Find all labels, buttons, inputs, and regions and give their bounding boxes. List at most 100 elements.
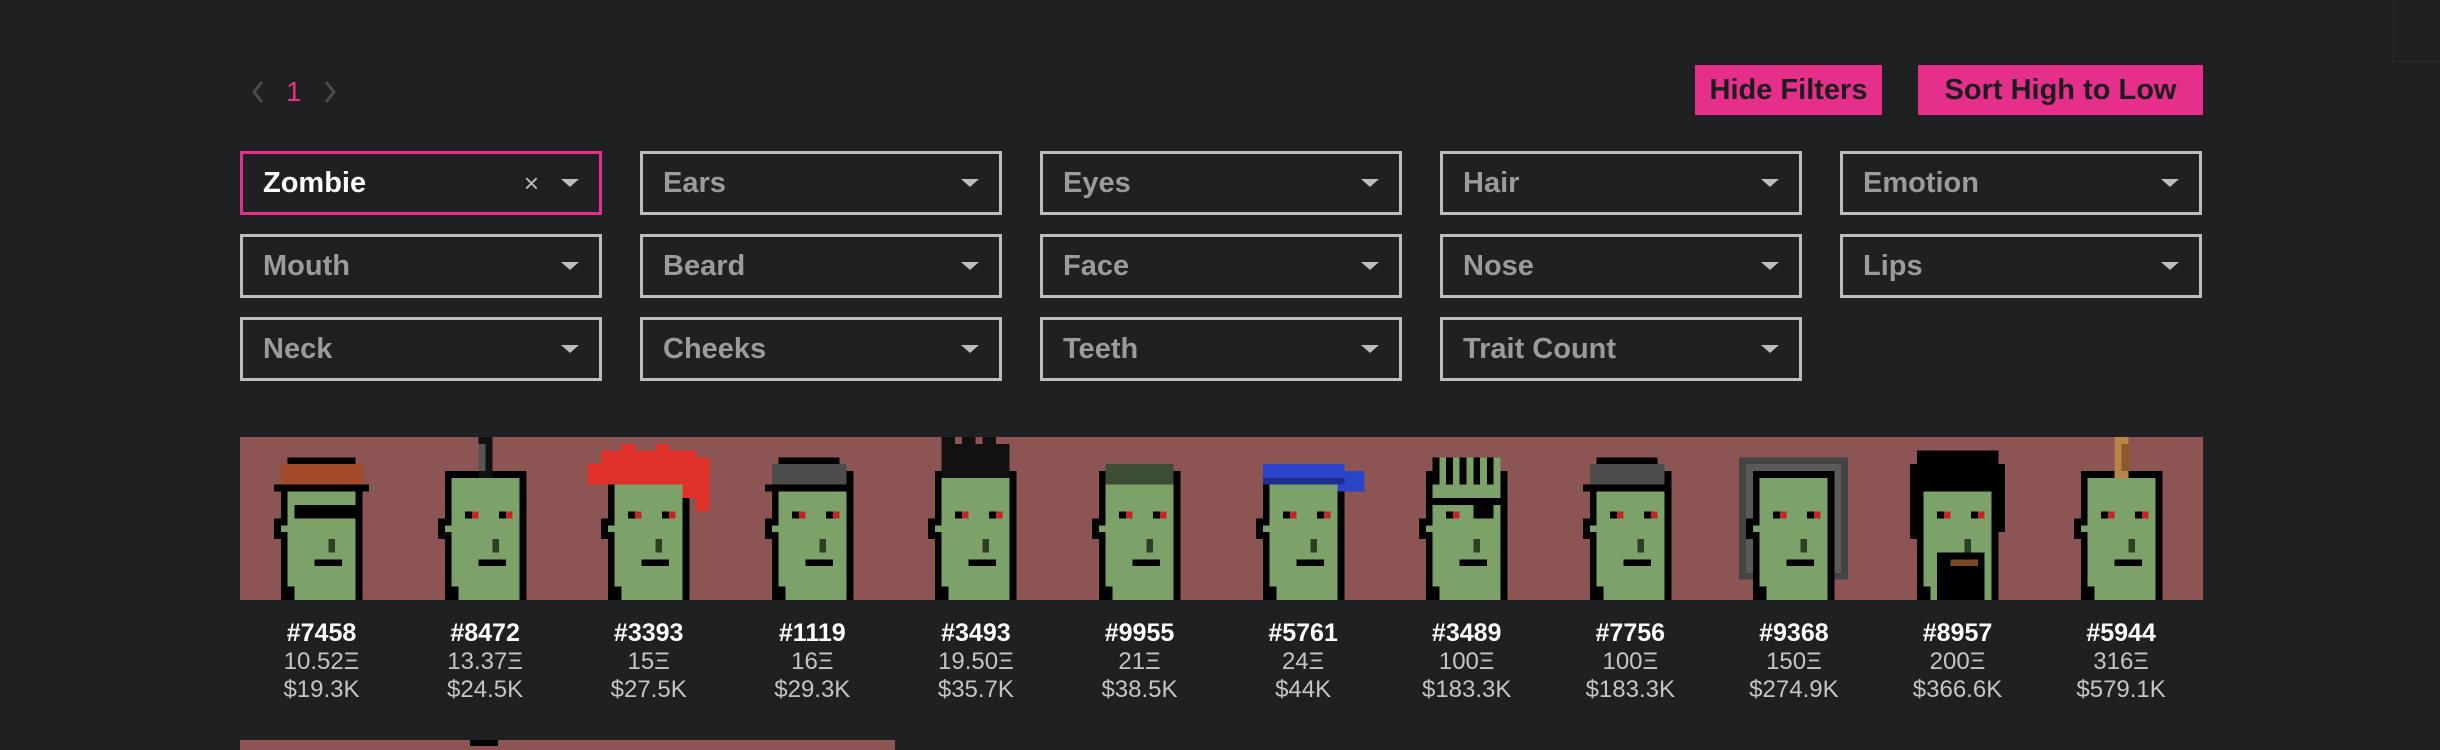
punk-info: #9955 21Ξ $38.5K	[1058, 619, 1221, 704]
punk-price-usd: $274.9K	[1749, 676, 1839, 703]
punk-price-eth: 24Ξ	[1281, 648, 1325, 675]
punk-price-eth: 100Ξ	[1602, 648, 1659, 675]
punk-price-eth: 15Ξ	[627, 648, 670, 675]
punk-info: #8957 200Ξ $366.6K	[1876, 619, 2039, 704]
punk-info: #9368 150Ξ $274.9K	[1712, 619, 1875, 704]
filter-label: Lips	[1863, 249, 1923, 282]
filter-cheeks-select[interactable]: Cheeks	[640, 317, 1002, 381]
filter-eyes-select[interactable]: Eyes	[1040, 151, 1402, 215]
punk-avatar-image[interactable]	[1876, 437, 2039, 600]
chevron-down-icon[interactable]	[961, 179, 979, 187]
hide-filters-button[interactable]: Hide Filters	[1695, 65, 1882, 115]
chevron-down-icon[interactable]	[1761, 179, 1779, 187]
punk-price-usd: $366.6K	[1912, 676, 2003, 703]
filter-trait-count-select[interactable]: Trait Count	[1440, 317, 1802, 381]
filter-hair-select[interactable]: Hair	[1440, 151, 1802, 215]
punk-id[interactable]: #7756	[1549, 619, 1712, 648]
punk-avatar-image[interactable]	[1549, 437, 1712, 600]
punk-id[interactable]: #9955	[1058, 619, 1221, 648]
filter-label: Nose	[1463, 249, 1534, 282]
filter-emotion-select[interactable]: Emotion	[1840, 151, 2202, 215]
chevron-down-icon[interactable]	[2161, 179, 2179, 187]
filter-label: Hair	[1463, 166, 1520, 199]
punk-avatar-image[interactable]	[567, 437, 730, 600]
filter-label: Teeth	[1063, 332, 1139, 365]
filter-teeth-select[interactable]: Teeth	[1040, 317, 1402, 381]
punk-price-eth: 10.52Ξ	[283, 648, 360, 675]
chevron-down-icon[interactable]	[1361, 179, 1379, 187]
punk-avatar-image[interactable]	[404, 437, 567, 600]
filter-lips-select[interactable]: Lips	[1840, 234, 2202, 298]
punk-price-eth: 16Ξ	[791, 648, 834, 675]
punk-price-usd: $29.3K	[774, 676, 851, 703]
filter-zombie-select[interactable]: Zombie ×	[240, 151, 602, 215]
filter-beard-select[interactable]: Beard	[640, 234, 1002, 298]
punk-avatar-image[interactable]	[2040, 437, 2203, 600]
punk-id[interactable]: #5761	[1222, 619, 1385, 648]
next-row-punk-hair	[470, 740, 498, 746]
punk-id[interactable]: #3493	[894, 619, 1057, 648]
chevron-down-icon[interactable]	[1361, 345, 1379, 353]
punk-price-usd: $44K	[1275, 676, 1332, 703]
punk-price-eth: 100Ξ	[1438, 648, 1495, 675]
punk-id[interactable]: #3393	[567, 619, 730, 648]
chevron-down-icon[interactable]	[961, 345, 979, 353]
filter-nose-select[interactable]: Nose	[1440, 234, 1802, 298]
punk-price-eth: 150Ξ	[1766, 648, 1822, 675]
punk-price-usd: $579.1K	[2076, 676, 2166, 703]
punk-info: #3489 100Ξ $183.3K	[1385, 619, 1548, 704]
sort-button[interactable]: Sort High to Low	[1918, 65, 2203, 115]
filter-label: Mouth	[263, 249, 350, 282]
punk-info: #3393 15Ξ $27.5K	[567, 619, 730, 704]
filter-mouth-select[interactable]: Mouth	[240, 234, 602, 298]
punk-avatar-image[interactable]	[894, 437, 1057, 600]
punk-id[interactable]: #3489	[1385, 619, 1548, 648]
punk-price-eth: 19.50Ξ	[938, 648, 1014, 675]
filter-label: Emotion	[1863, 166, 1979, 199]
punk-avatar-image[interactable]	[1712, 437, 1875, 600]
punk-id[interactable]: #5944	[2040, 619, 2203, 648]
chevron-down-icon[interactable]	[561, 179, 579, 187]
chevron-down-icon[interactable]	[1361, 262, 1379, 270]
punk-id[interactable]: #1119	[731, 619, 894, 648]
punk-id[interactable]: #8957	[1876, 619, 2039, 648]
chevron-down-icon[interactable]	[1761, 262, 1779, 270]
chevron-down-icon[interactable]	[961, 262, 979, 270]
punk-id[interactable]: #8472	[404, 619, 567, 648]
current-page-number[interactable]: 1	[272, 76, 316, 108]
filter-label: Zombie	[263, 166, 367, 199]
chevron-down-icon[interactable]	[1761, 345, 1779, 353]
punk-avatar-image[interactable]	[731, 437, 894, 600]
next-row-strip	[240, 740, 895, 750]
punk-id[interactable]: #7458	[240, 619, 403, 648]
punk-price-usd: $19.3K	[283, 676, 360, 703]
punk-price-usd: $183.3K	[1585, 676, 1675, 703]
punk-info: #8472 13.37Ξ $24.5K	[404, 619, 567, 704]
punk-avatar-image[interactable]	[1385, 437, 1548, 600]
chevron-down-icon[interactable]	[561, 262, 579, 270]
punk-price-usd: $27.5K	[610, 676, 687, 703]
filter-neck-select[interactable]: Neck	[240, 317, 602, 381]
punk-price-usd: $35.7K	[937, 676, 1014, 703]
chevron-down-icon[interactable]	[561, 345, 579, 353]
punk-info: #5761 24Ξ $44K	[1222, 619, 1385, 704]
punk-price-usd: $38.5K	[1101, 676, 1178, 703]
punk-avatar-image[interactable]	[1222, 437, 1385, 600]
punk-price-usd: $183.3K	[1421, 676, 1512, 703]
filter-label: Ears	[663, 166, 726, 199]
filter-label: Eyes	[1063, 166, 1131, 199]
filter-ears-select[interactable]: Ears	[640, 151, 1002, 215]
filter-face-select[interactable]: Face	[1040, 234, 1402, 298]
punk-avatar-image[interactable]	[240, 437, 403, 600]
chevron-left-icon[interactable]	[244, 72, 272, 112]
punk-price-eth: 316Ξ	[2093, 648, 2149, 675]
filter-label: Beard	[663, 249, 746, 282]
clear-icon[interactable]: ×	[524, 168, 539, 199]
punk-info: #7756 100Ξ $183.3K	[1549, 619, 1712, 704]
punk-price-eth: 21Ξ	[1118, 648, 1161, 675]
chevron-right-icon[interactable]	[316, 72, 344, 112]
punk-id[interactable]: #9368	[1712, 619, 1875, 648]
punk-avatar-image[interactable]	[1058, 437, 1221, 600]
punk-price-usd: $24.5K	[447, 676, 524, 703]
chevron-down-icon[interactable]	[2161, 262, 2179, 270]
